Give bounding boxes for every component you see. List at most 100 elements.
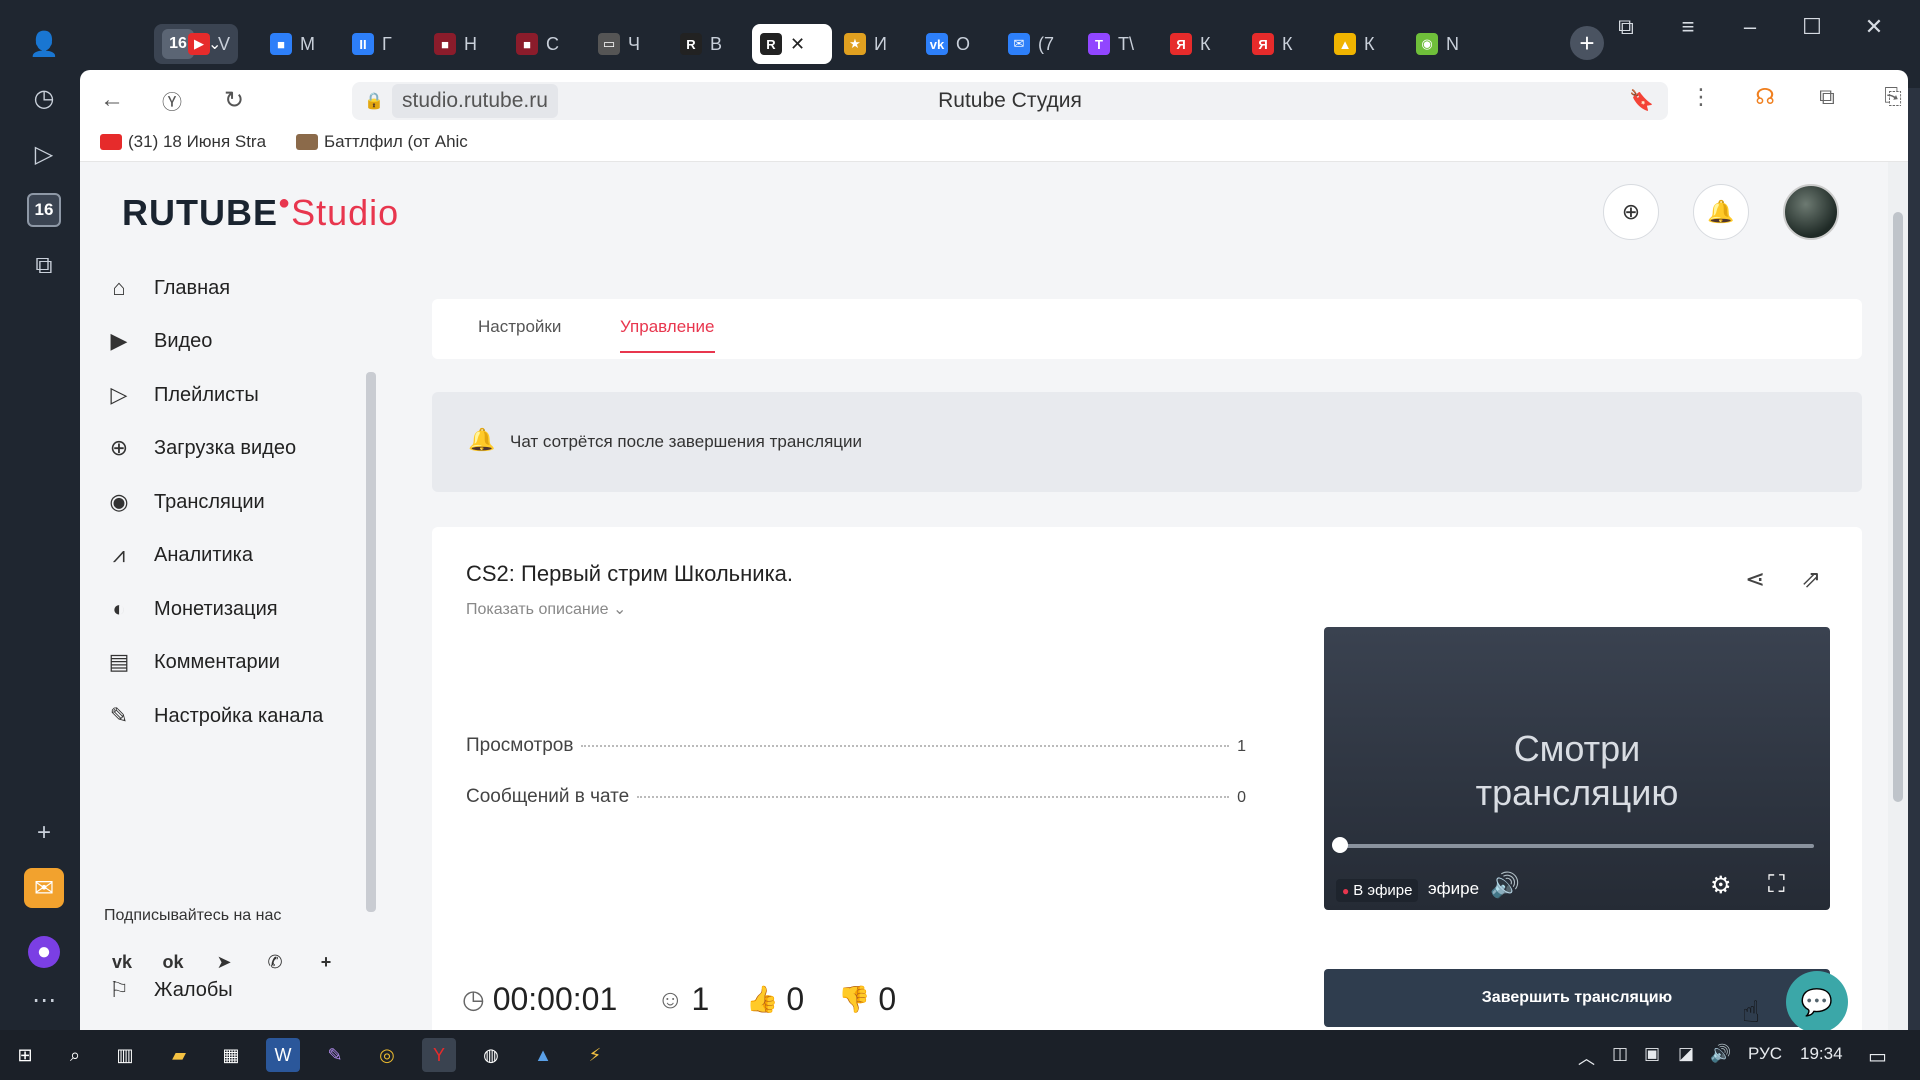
tray-alert-icon[interactable]: ◪ (1678, 1044, 1694, 1064)
sidebar-item-label: Трансляции (154, 490, 265, 513)
sidebar-item[interactable]: ◉ Трансляции (104, 482, 265, 522)
menu-icon[interactable]: ≡ (1668, 14, 1708, 40)
browser-tab[interactable]: ■ M (262, 24, 323, 64)
photos-icon[interactable]: ▲ (526, 1038, 560, 1072)
sidebar-item[interactable]: ✎ Настройка канала (104, 696, 324, 736)
volume-icon[interactable]: 🔊 (1490, 871, 1520, 900)
store-icon[interactable]: ▦ (214, 1038, 248, 1072)
yandex-browser-icon[interactable]: Y (422, 1038, 456, 1072)
browser-tab[interactable]: ▲ К (1326, 24, 1383, 64)
tab-favicon-icon: ▲ (1334, 33, 1356, 55)
notifications-bell-icon[interactable]: 🔔 (1693, 184, 1749, 240)
tray-chevron-icon[interactable]: ︿ (1578, 1044, 1595, 1069)
sidebar-scrollbar[interactable] (366, 372, 376, 912)
player-progress-knob[interactable] (1332, 837, 1348, 853)
browser-tab[interactable]: ЯК (1244, 24, 1301, 64)
bookmark-item[interactable]: Баттлфил (от Ahic (296, 132, 468, 152)
network-icon[interactable]: ▣ (1644, 1044, 1660, 1064)
screenshot-icon[interactable]: ⧉ (24, 246, 64, 286)
pen-icon[interactable]: ✎ (318, 1038, 352, 1072)
steam-icon[interactable]: ◍ (474, 1038, 508, 1072)
start-icon[interactable]: ⊞ (8, 1038, 42, 1072)
sidebar-item[interactable]: ⊕ Загрузка видео (104, 428, 296, 468)
settings-gear-icon[interactable]: ⚙ (1710, 871, 1732, 900)
word-icon[interactable]: W (266, 1038, 300, 1072)
extensions-icon[interactable]: ⧉ (1810, 84, 1844, 110)
browser-tab[interactable]: ▶ V (180, 24, 238, 64)
browser-tab[interactable]: ▭ Ч (590, 24, 648, 64)
volume-tray-icon[interactable]: 🔊 (1710, 1044, 1731, 1064)
collections-icon[interactable]: ⧉ (1606, 14, 1646, 40)
history-icon[interactable]: ◷ (24, 78, 64, 118)
browser-tab[interactable]: R ✕ (752, 24, 832, 64)
rutube-studio-logo[interactable]: RUTUBE●Studio (122, 192, 399, 234)
browser-tab[interactable]: ■ С (508, 24, 567, 64)
bookmark-item[interactable]: (31) 18 Июня Stra (100, 132, 266, 152)
back-button[interactable]: ← (94, 82, 130, 118)
page-scrollbar[interactable] (1888, 162, 1908, 1030)
stream-app-icon[interactable]: ⚡ (578, 1038, 612, 1072)
media-icon[interactable]: ▷ (24, 134, 64, 174)
sidebar-item[interactable]: ◐ Монетизация (104, 589, 277, 629)
browser-tab[interactable]: RВ (672, 24, 730, 64)
show-description-link[interactable]: Показать описание ⌄ (466, 599, 626, 619)
sidebar-item[interactable]: ⩘ Аналитика (104, 535, 253, 575)
external-link-icon[interactable]: ⇗ (1801, 565, 1821, 594)
reload-button[interactable]: ↻ (216, 82, 252, 118)
translate-icon[interactable]: ⎘ (1876, 84, 1910, 110)
new-tab-button[interactable]: + (1570, 26, 1604, 60)
more-icon[interactable]: ⋯ (24, 980, 64, 1020)
views-label: Просмотров (466, 735, 574, 756)
browser-tab[interactable]: ✉ (7 (1000, 24, 1062, 64)
language-indicator[interactable]: РУС (1748, 1044, 1782, 1064)
browser-tab[interactable]: ◉ N (1408, 24, 1467, 64)
browser-tab[interactable]: II Г (344, 24, 400, 64)
tray-icon[interactable]: ◫ (1612, 1044, 1628, 1064)
clock[interactable]: 19:34 (1800, 1044, 1843, 1064)
address-bar[interactable]: 🔒 studio.rutube.ru Rutube Студия 🔖 (352, 82, 1668, 120)
maximize-button[interactable]: ☐ (1792, 14, 1832, 40)
more-icon[interactable]: + (306, 942, 346, 982)
browser-tab[interactable]: T Т\ (1080, 24, 1142, 64)
alice-icon[interactable]: ● (28, 936, 60, 968)
add-panel-icon[interactable]: + (24, 813, 64, 853)
home-icon: ⌂ (112, 275, 126, 300)
close-button[interactable]: ✕ (1854, 14, 1894, 40)
profile-icon[interactable]: 👤 (24, 24, 64, 64)
mail-app-icon[interactable]: ✉ (24, 868, 64, 908)
sidebar-item[interactable]: ⌂ Главная (104, 268, 230, 308)
avatar[interactable] (1783, 184, 1839, 240)
browser-tab[interactable]: ■ Н (426, 24, 485, 64)
chat-notice: 🔔 Чат сотрётся после завершения трансляц… (432, 392, 1862, 492)
chat-bubble-icon[interactable]: 💬 (1786, 971, 1848, 1030)
yandex-icon[interactable]: Ⓨ (154, 82, 190, 118)
sidebar-item[interactable]: ▶ Видео (104, 321, 213, 361)
explorer-icon[interactable]: ▰ (162, 1038, 196, 1072)
add-content-button[interactable]: ⊕ (1603, 184, 1659, 240)
stream-preview-player[interactable]: Смотри трансляцию эфире ● В эфире 🔊 ⚙ ⛶ (1324, 627, 1830, 910)
tab-manage[interactable]: Управление (620, 317, 715, 353)
share-icon[interactable]: ⋖ (1745, 565, 1765, 594)
tab-group-badge[interactable]: 16 (27, 193, 61, 227)
fullscreen-icon[interactable]: ⛶ (1768, 871, 1785, 899)
search-icon[interactable]: ⌕ (58, 1038, 92, 1072)
viber-icon[interactable]: ✆ (255, 942, 295, 982)
player-progress-bar[interactable] (1340, 844, 1814, 848)
page-scrollbar-thumb[interactable] (1893, 212, 1903, 802)
vpn-icon[interactable]: ☊ (1748, 84, 1782, 110)
sidebar-item-complaints[interactable]: ⚐ Жалобы (104, 970, 233, 1010)
bookmark-icon[interactable]: 🔖 (1629, 88, 1654, 113)
browser-tab[interactable]: ★ И (836, 24, 895, 64)
flag-icon: ⚐ (109, 977, 129, 1002)
notifications-icon[interactable]: ▭ (1868, 1044, 1887, 1069)
sidebar-item[interactable]: ▤ Комментарии (104, 642, 280, 682)
sidebar-item[interactable]: ▷ Плейлисты (104, 375, 259, 415)
likes-value: 0 (786, 981, 805, 1017)
task-view-icon[interactable]: ▥ (108, 1038, 142, 1072)
kebab-menu-icon[interactable]: ⋮ (1684, 84, 1718, 110)
browser-tab[interactable]: vk О (918, 24, 978, 64)
browser-tab[interactable]: ЯК (1162, 24, 1219, 64)
minimize-button[interactable]: – (1730, 14, 1770, 40)
chrome-icon[interactable]: ◎ (370, 1038, 404, 1072)
tab-settings[interactable]: Настройки (478, 317, 561, 337)
